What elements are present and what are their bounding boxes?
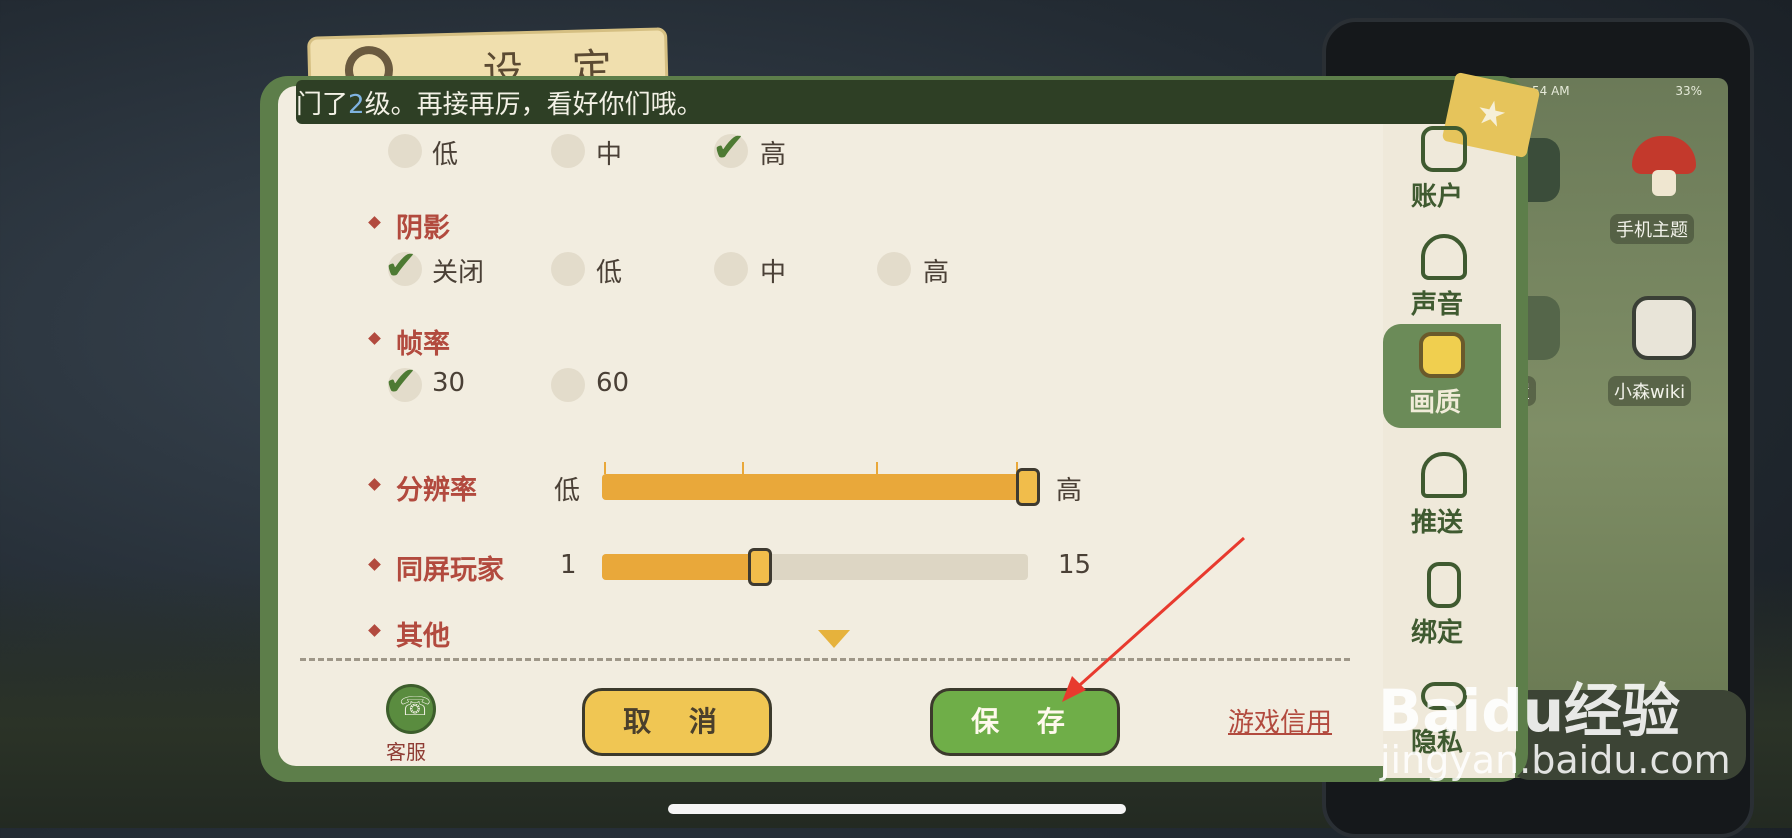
- players-max-label: 15: [1058, 550, 1092, 580]
- check-icon: ✔: [384, 359, 418, 405]
- quality-icon: [1419, 332, 1465, 378]
- shadow-high-label: 高: [923, 258, 950, 288]
- notification-banner: 门了2级。再接再厉，看好你们哦。: [296, 80, 1471, 124]
- check-icon: ✔: [384, 243, 418, 289]
- resolution-min-label: 低: [554, 476, 581, 506]
- support-icon[interactable]: ☏: [386, 684, 436, 734]
- tab-bind[interactable]: 绑定: [1385, 554, 1503, 658]
- home-indicator[interactable]: [668, 804, 1126, 814]
- account-icon: [1421, 126, 1467, 172]
- resolution-slider-fill: [602, 474, 1028, 500]
- check-icon: ✔: [712, 125, 746, 171]
- tab-account-label: 账户: [1411, 182, 1464, 212]
- phone-app-label: 手机主题: [1610, 214, 1694, 244]
- shadow-off-label: 关闭: [432, 258, 485, 288]
- other-title: 其他: [396, 621, 450, 652]
- shadow-mid-radio[interactable]: [714, 252, 748, 286]
- bell-icon: [1421, 452, 1467, 498]
- banner-prefix: 门了: [296, 90, 349, 120]
- tab-sound[interactable]: 声音: [1385, 226, 1503, 330]
- mushroom-cap: [1632, 136, 1696, 174]
- watermark: Baidu经验: [1378, 677, 1681, 745]
- resolution-slider-handle[interactable]: [1016, 468, 1040, 506]
- resolution-slider[interactable]: [602, 474, 1028, 500]
- phone-battery: 33%: [1675, 84, 1702, 98]
- save-button[interactable]: 保 存: [930, 688, 1120, 756]
- fps-60-label: 60: [596, 368, 630, 398]
- shadow-low-label: 低: [596, 258, 623, 288]
- game-credit-link[interactable]: 游戏信用: [1228, 702, 1332, 739]
- players-slider-handle[interactable]: [747, 548, 772, 586]
- slider-tick: [604, 462, 606, 474]
- tab-sound-label: 声音: [1411, 290, 1464, 320]
- divider: [300, 658, 1350, 661]
- tab-quality-label: 画质: [1409, 388, 1462, 418]
- tab-push-label: 推送: [1411, 508, 1464, 538]
- players-slider-fill: [602, 554, 760, 580]
- quality-high-label: 高: [760, 140, 787, 170]
- mushroom-icon[interactable]: [1632, 136, 1696, 200]
- banner-number: 2: [348, 90, 365, 120]
- down-arrow-icon[interactable]: [818, 630, 850, 648]
- mushroom-stem: [1652, 170, 1676, 196]
- players-min-label: 1: [560, 550, 577, 580]
- phone-icon: [1427, 562, 1461, 608]
- tab-push[interactable]: 推送: [1385, 444, 1503, 548]
- fps-30-label: 30: [432, 368, 466, 398]
- players-slider[interactable]: [602, 554, 1028, 580]
- shadow-high-radio[interactable]: [877, 252, 911, 286]
- settings-paper: [278, 86, 1516, 766]
- settings-panel: [260, 76, 1528, 782]
- support-label: 客服: [386, 740, 426, 764]
- tab-quality[interactable]: 画质: [1383, 324, 1501, 428]
- slider-tick: [742, 462, 744, 474]
- tab-account[interactable]: 账户: [1385, 118, 1503, 222]
- quality-low-label: 低: [432, 140, 459, 170]
- quality-mid-radio[interactable]: [551, 134, 585, 168]
- fps-60-radio[interactable]: [551, 368, 585, 402]
- wiki-search-icon[interactable]: [1632, 296, 1696, 360]
- quality-low-radio[interactable]: [388, 134, 422, 168]
- phone-app-label: 小森wiki: [1608, 376, 1692, 406]
- shadow-low-radio[interactable]: [551, 252, 585, 286]
- shadow-title: 阴影: [396, 213, 450, 244]
- banner-text: 门了2级。再接再厉，看好你们哦。: [296, 84, 703, 121]
- quality-mid-label: 中: [596, 140, 623, 170]
- shadow-mid-label: 中: [760, 258, 787, 288]
- banner-suffix: 级。再接再厉，看好你们哦。: [364, 90, 703, 120]
- cancel-button[interactable]: 取 消: [582, 688, 772, 756]
- headphones-icon: [1421, 234, 1467, 280]
- frame-rate-title: 帧率: [396, 329, 450, 360]
- resolution-max-label: 高: [1056, 476, 1083, 506]
- resolution-title: 分辨率: [396, 475, 477, 506]
- players-title: 同屏玩家: [396, 555, 504, 586]
- watermark-url: jingyan.baidu.com: [1380, 738, 1731, 782]
- slider-tick: [876, 462, 878, 474]
- tab-bind-label: 绑定: [1411, 618, 1464, 648]
